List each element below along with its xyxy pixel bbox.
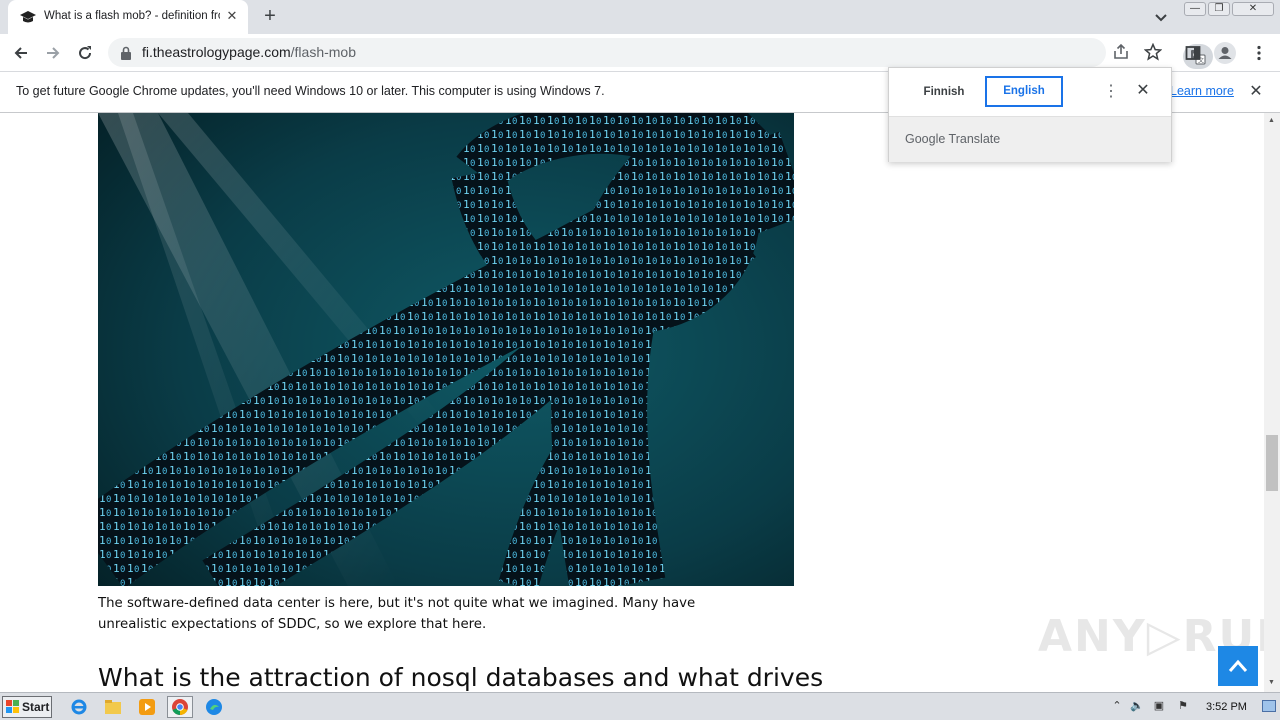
article-image: 1 0 [98,113,794,586]
new-tab-button[interactable]: + [260,6,280,26]
url-host: fi.theastrologypage.com [142,44,291,60]
tab-title: What is a flash mob? - definition from [44,10,220,22]
chrome-menu-icon[interactable] [1248,42,1270,64]
bookmark-star-icon[interactable] [1143,42,1164,63]
scroll-up-arrow-icon[interactable]: ▲ [1268,117,1275,124]
scroll-down-arrow-icon[interactable]: ▼ [1268,679,1275,686]
minimize-button[interactable]: — [1184,2,1206,16]
tray-expand-icon[interactable]: ⌃ [1110,699,1124,713]
lock-icon[interactable] [120,46,132,60]
action-center-flag-icon[interactable]: ⚑ [1176,699,1190,713]
back-icon[interactable] [10,42,32,64]
chevron-up-icon [1228,659,1248,672]
translate-popup: Finnish English ⋮ ✕ Google Translate [888,67,1172,162]
url-path: /flash-mob [290,44,356,60]
windows-taskbar: Start ⌃ 🔈 ▣ ⚑ 3:52 PM [0,692,1280,720]
lang-tab-english[interactable]: English [985,76,1063,107]
learn-more-link[interactable]: Learn more [1170,84,1234,98]
lang-tab-finnish[interactable]: Finnish [907,78,981,106]
page-content: 1 0 The software-defined data center is … [0,113,1264,692]
taskbar-clock[interactable]: 3:52 PM [1206,701,1247,713]
share-icon[interactable] [1112,43,1132,63]
restore-button[interactable]: ❐ [1208,2,1230,16]
network-icon[interactable]: ▣ [1152,699,1166,713]
chevron-down-icon[interactable] [1152,8,1170,26]
tab-strip: What is a flash mob? - definition from ✕… [0,0,1280,34]
forward-icon[interactable] [42,42,64,64]
url-text[interactable]: fi.theastrologypage.com/flash-mob [142,44,356,60]
start-button[interactable]: Start [2,696,52,718]
image-caption: The software-defined data center is here… [98,596,696,632]
page-scrollbar[interactable]: ▲ ▼ [1264,113,1280,692]
translate-close-icon[interactable]: ✕ [1133,81,1153,101]
explorer-folder-icon[interactable] [100,696,126,718]
infobar-close-icon[interactable]: ✕ [1247,83,1265,101]
translate-footer: Google Translate [889,116,1171,162]
windows-logo-icon [6,700,19,713]
show-desktop-icon[interactable] [1262,700,1276,712]
scroll-to-top-button[interactable] [1218,646,1258,686]
volume-icon[interactable]: 🔈 [1130,699,1144,713]
article-heading: What is the attraction of nosql database… [98,663,824,692]
reload-icon[interactable] [74,42,96,64]
google-translate-brand: Google Translate [905,132,1001,146]
tab-active[interactable]: What is a flash mob? - definition from ✕ [8,0,248,34]
ie-icon[interactable] [66,696,92,718]
chrome-taskbar-icon[interactable] [167,696,193,718]
window-close-button[interactable]: ✕ [1232,2,1274,16]
infobar-message: To get future Google Chrome updates, you… [16,84,605,98]
address-bar[interactable]: fi.theastrologypage.com/flash-mob G文 [108,38,1213,69]
edge-icon[interactable] [201,696,227,718]
side-panel-icon[interactable] [1182,42,1204,64]
graduation-cap-icon [20,11,36,23]
translate-options-icon[interactable]: ⋮ [1103,82,1119,102]
start-label: Start [22,700,50,714]
profile-avatar-icon[interactable] [1214,42,1236,64]
media-player-icon[interactable] [134,696,160,718]
tab-close-icon[interactable]: ✕ [224,8,240,24]
scrollbar-thumb[interactable] [1266,435,1278,491]
